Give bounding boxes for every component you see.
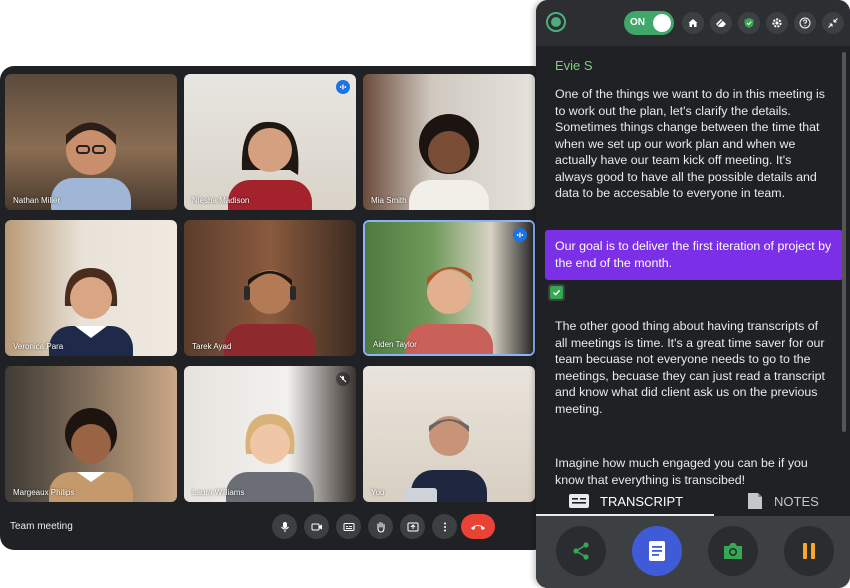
participant-avatar [224,270,316,356]
settings-button[interactable] [766,12,788,34]
participant-name: Veronica Para [13,342,64,351]
camera-icon [724,543,742,559]
notes-icon [748,493,762,509]
panel-actions [536,516,850,588]
collapse-button[interactable] [822,12,844,34]
video-tile[interactable]: Tarek Ayad [184,220,356,356]
participant-avatar [226,414,314,502]
mic-icon [280,521,289,532]
video-tile[interactable]: Veronica Para [5,220,177,356]
end-call-button[interactable] [461,514,495,539]
muted-icon [336,372,350,386]
toggle-knob [653,14,671,32]
eraser-icon [716,19,726,27]
raise-hand-icon [376,521,385,533]
participant-name: Nathan Miller [13,196,61,205]
transcript-paragraph: Imagine how much engaged you can be if y… [555,456,808,487]
screenshot-button[interactable] [708,526,758,576]
app-logo-icon [546,12,566,32]
participant-name: You [371,488,385,497]
panel-tabs: TRANSCRIPT NOTES [536,486,850,516]
transcript-panel: ON Evie S One of the things we want to d… [536,0,850,588]
home-icon [688,19,698,27]
speaking-indicator-icon [513,228,527,242]
participant-avatar [228,121,312,210]
shield-icon [744,18,754,28]
more-options-button[interactable] [432,514,457,539]
share-button[interactable] [556,526,606,576]
participant-avatar [49,408,133,502]
video-tile[interactable]: Niesha Madison [184,74,356,210]
meeting-controls-bar: Team meeting [0,509,548,550]
present-button[interactable] [400,514,425,539]
video-tile[interactable]: You [363,366,535,502]
captions-icon [343,522,354,531]
transcript-paragraph: One of the things we want to do in this … [555,87,825,200]
participant-avatar [403,416,487,502]
video-tile[interactable]: Mia Smith [363,74,535,210]
present-icon [407,522,418,531]
collapse-icon [828,18,838,28]
panel-toolbar: ON [536,0,850,46]
transcript-scrollbar[interactable] [842,52,846,432]
video-tile[interactable]: Laura Williams [184,366,356,502]
participant-avatar [49,268,133,356]
pause-button[interactable] [784,526,834,576]
share-icon [573,542,589,560]
speaker-name: Evie S [555,58,593,73]
privacy-button[interactable] [738,12,760,34]
end-call-icon [471,524,485,530]
participant-avatar [409,114,489,210]
home-button[interactable] [682,12,704,34]
toggle-label: ON [630,17,645,28]
gear-icon [772,18,782,28]
video-tile[interactable]: Nathan Miller [5,74,177,210]
help-button[interactable] [794,12,816,34]
eraser-button[interactable] [710,12,732,34]
video-tile[interactable]: Margeaux Philips [5,366,177,502]
document-icon [649,541,665,561]
video-grid: Nathan Miller Niesha Madison Mia Smith V… [5,74,543,507]
meeting-title: Team meeting [10,521,73,532]
tab-notes-label: NOTES [774,493,819,509]
action-item-checkbox[interactable] [548,284,565,301]
participant-name: Niesha Madison [192,196,250,205]
speaking-indicator-icon [336,80,350,94]
document-button[interactable] [632,526,682,576]
tab-transcript-label: TRANSCRIPT [600,493,684,509]
participant-name: Laura Williams [192,488,245,497]
transcription-toggle[interactable]: ON [624,11,674,35]
captions-button[interactable] [336,514,361,539]
pause-icon [803,543,815,559]
participant-name: Mia Smith [371,196,407,205]
raise-hand-button[interactable] [368,514,393,539]
checkmark-icon [550,286,563,299]
camera-button[interactable] [304,514,329,539]
participant-name: Aiden Taylor [373,340,417,349]
participant-name: Tarek Ayad [192,342,232,351]
mic-button[interactable] [272,514,297,539]
video-tile-active-speaker[interactable]: Aiden Taylor [363,220,535,356]
participant-name: Margeaux Philips [13,488,75,497]
help-icon [799,17,811,29]
tab-transcript[interactable]: TRANSCRIPT [568,486,683,516]
more-icon [443,522,446,531]
tab-notes[interactable]: NOTES [746,486,819,516]
transcript-paragraph: The other good thing about having transc… [555,319,825,416]
camera-icon [311,523,322,530]
participant-avatar [51,122,131,210]
highlighted-transcript[interactable]: Our goal is to deliver the first iterati… [545,230,843,280]
transcript-icon [569,494,589,508]
meet-window: Nathan Miller Niesha Madison Mia Smith V… [0,66,548,550]
